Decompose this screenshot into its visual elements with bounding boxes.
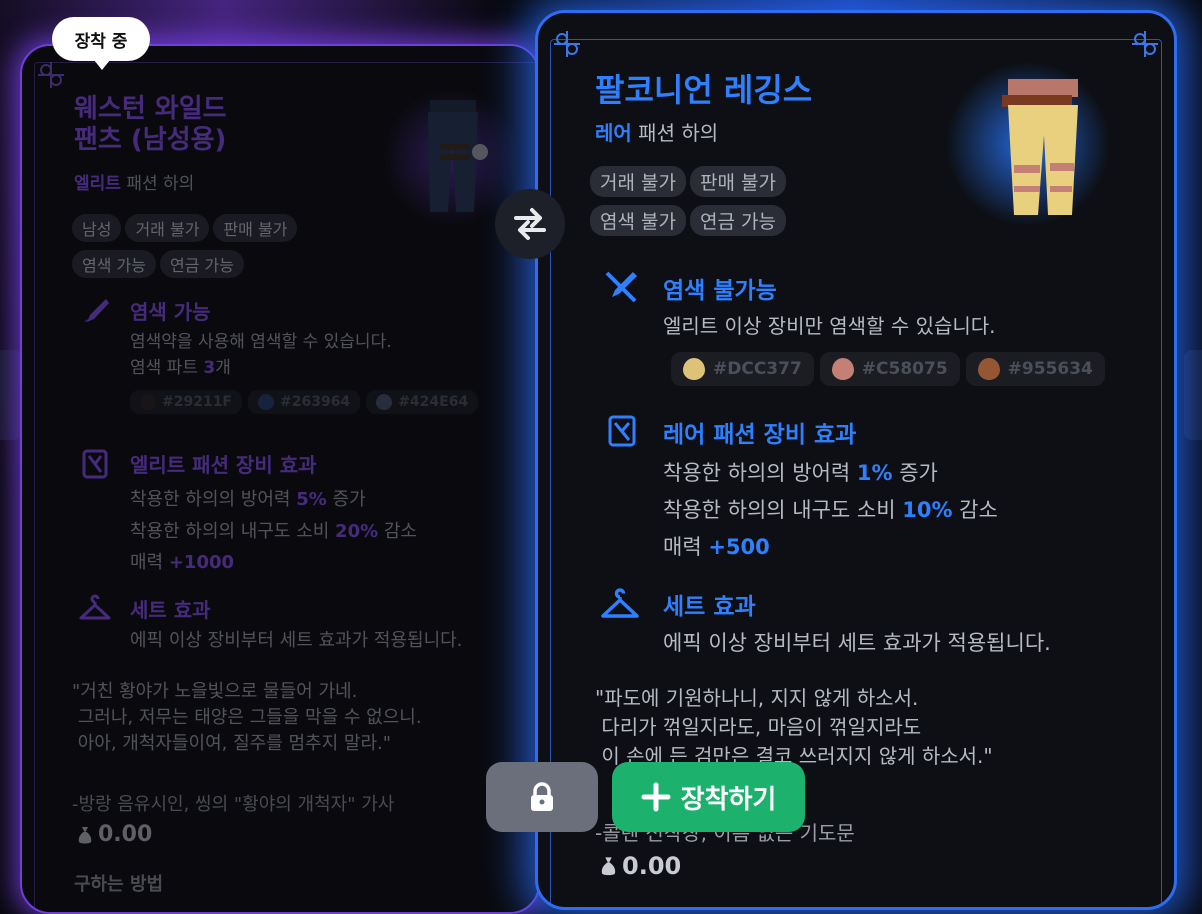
- money-bag-icon: [78, 826, 92, 843]
- effect-charm-line: 매력 +500: [663, 534, 770, 559]
- tag-no-sell: 판매 불가: [213, 214, 298, 242]
- set-section-title: 세트 효과: [130, 598, 211, 622]
- dye-color-dot: [831, 358, 854, 380]
- flavor-quote: "파도에 기원하나니, 지지 않게 하소서. 다리가 꺾일지라도, 마음이 꺾일…: [595, 686, 993, 768]
- swap-arrows-icon: [514, 208, 546, 240]
- how-to-obtain[interactable]: 구하는 방법: [74, 870, 163, 896]
- effect-section-title: 레어 패션 장비 효과: [663, 422, 857, 448]
- plus-icon: [641, 782, 671, 812]
- dye-swatch: #955634: [965, 352, 1105, 386]
- dye-hex: #C58075: [861, 359, 948, 379]
- tag-no-dye: 염색 불가: [590, 205, 686, 236]
- tag-no-trade: 거래 불가: [590, 166, 686, 197]
- offscreen-slot-right: [1184, 350, 1202, 440]
- dye-hex: #DCC377: [713, 359, 802, 379]
- dye-description: 엘리트 이상 장비만 염색할 수 있습니다.: [663, 314, 996, 338]
- corner-ornament-icon: [38, 62, 64, 88]
- equip-button-label: 장착하기: [680, 784, 777, 815]
- dye-description: 염색약을 사용해 염색할 수 있습니다.: [130, 332, 392, 352]
- dye-parts-unit: 개: [215, 358, 231, 379]
- category-label: 패션 하의: [638, 121, 719, 145]
- dye-hex: #263964: [280, 393, 351, 410]
- tag-no-trade: 거래 불가: [125, 214, 210, 242]
- corner-ornament-icon: [1132, 31, 1158, 57]
- dye-hex: #424E64: [398, 393, 469, 410]
- dye-color-dot: [683, 358, 705, 380]
- rarity-label: 엘리트: [74, 174, 121, 194]
- category-label: 패션 하의: [126, 174, 195, 194]
- dye-color-dot: [376, 393, 393, 410]
- fashion-effect-icon: [82, 449, 108, 479]
- tag-alchemy: 연금 가능: [689, 205, 786, 236]
- item-title-line2: 팬츠 (남성용): [74, 125, 227, 156]
- rarity-label: 레어: [595, 121, 632, 145]
- dye-swatch: #424E64: [366, 389, 479, 414]
- set-description: 에픽 이상 장비부터 세트 효과가 적용됩니다.: [663, 631, 1051, 655]
- quote-source: -방랑 음유시인, 씽의 "황야의 개척자" 가사: [72, 794, 395, 815]
- corner-ornament-icon: [554, 31, 580, 57]
- falconian-leggings-icon: [946, 62, 1108, 226]
- dye-section-title: 염색 불가능: [663, 278, 777, 304]
- fashion-effect-icon: [608, 415, 636, 447]
- equipped-tooltip: 장착 중: [52, 17, 150, 70]
- effect-durability-line: 착용한 하의의 내구도 소비 10% 감소: [663, 497, 998, 522]
- dye-swatch: #263964: [248, 389, 361, 414]
- item-title: 팔코니언 레깅스: [595, 71, 813, 109]
- lock-button[interactable]: [486, 762, 598, 832]
- hanger-icon: [601, 588, 639, 618]
- set-description: 에픽 이상 장비부터 세트 효과가 적용됩니다.: [130, 630, 463, 651]
- equipped-item-card[interactable]: 웨스턴 와일드 팬츠 (남성용) 엘리트 패션 하의 남성 거래 불가 판매 불가 …: [20, 44, 540, 914]
- effect-defense-line: 착용한 하의의 방어력 5% 증가: [130, 489, 366, 510]
- offscreen-slot-left: [0, 350, 22, 440]
- dye-color-dot: [140, 393, 156, 410]
- dye-color-dot: [977, 358, 1000, 380]
- tag-dyeable: 염색 가능: [72, 250, 156, 278]
- lock-icon: [531, 782, 553, 811]
- item-title-line1: 웨스턴 와일드: [74, 94, 227, 124]
- hanger-icon: [79, 594, 111, 620]
- dye-swatch: #C58075: [819, 352, 960, 386]
- dye-hex: #29211F: [162, 393, 232, 410]
- swap-compare-button[interactable]: [495, 189, 565, 259]
- price-value: 0.00: [622, 852, 682, 880]
- tag-gender: 남성: [72, 214, 122, 242]
- effect-defense-line: 착용한 하의의 방어력 1% 증가: [663, 461, 938, 485]
- dye-swatch: #29211F: [130, 389, 242, 414]
- effect-durability-line: 착용한 하의의 내구도 소비 20% 감소: [130, 520, 417, 542]
- dye-section-title: 염색 가능: [130, 300, 211, 324]
- dye-hex: #955634: [1007, 359, 1093, 379]
- effect-section-title: 엘리트 패션 장비 효과: [130, 453, 317, 477]
- set-section-title: 세트 효과: [663, 594, 756, 620]
- effect-charm-line: 매력 +1000: [130, 552, 235, 573]
- flavor-quote: "거친 황야가 노을빛으로 물들어 가네. 그러나, 저무는 태양은 그들을 막…: [72, 681, 422, 755]
- tag-no-sell: 판매 불가: [689, 166, 786, 197]
- dye-color-dot: [258, 393, 274, 410]
- no-dye-icon: [605, 271, 637, 303]
- dye-brush-icon: [84, 299, 109, 322]
- dye-parts-count: 3: [203, 358, 216, 379]
- equip-button[interactable]: 장착하기: [612, 762, 805, 832]
- dye-parts-label: 염색 파트: [130, 358, 198, 379]
- tag-alchemy: 연금 가능: [159, 250, 244, 278]
- price-value: 0.00: [98, 822, 153, 847]
- money-bag-icon: [601, 857, 616, 876]
- dye-swatch: #DCC377: [671, 352, 814, 386]
